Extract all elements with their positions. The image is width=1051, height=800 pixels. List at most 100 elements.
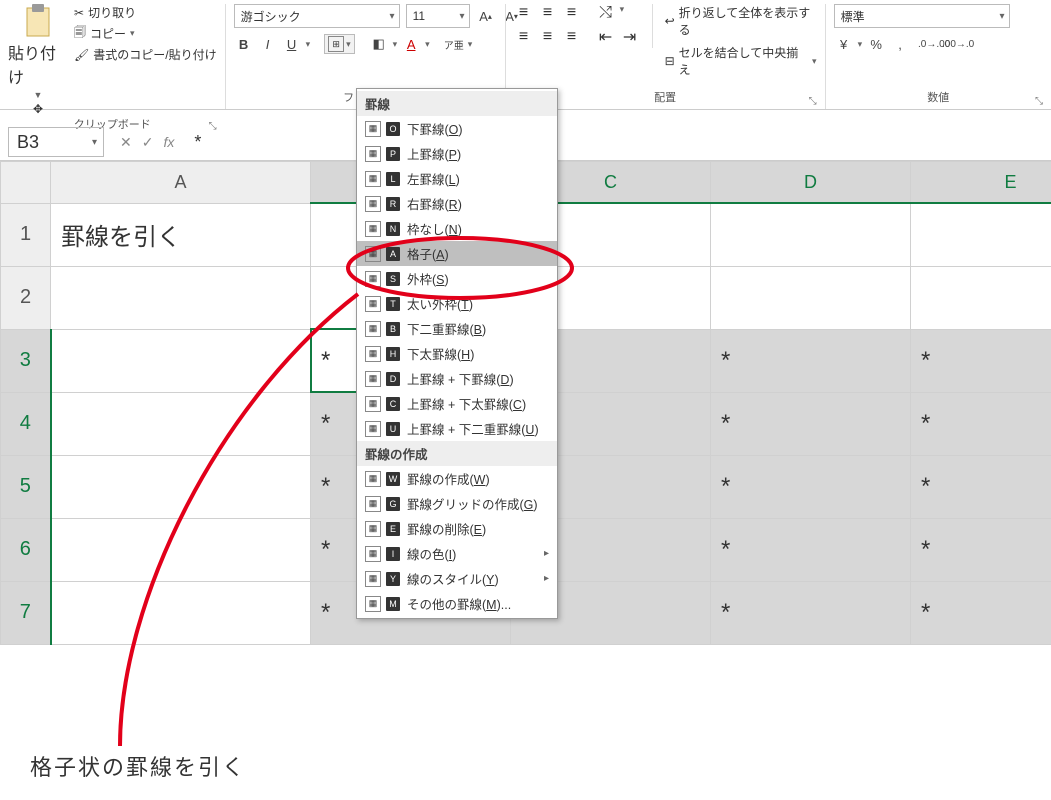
scissors-icon: ✂ xyxy=(74,6,84,20)
align-bottom-button[interactable]: ≡ xyxy=(562,4,582,22)
row-header-1[interactable]: 1 xyxy=(1,203,51,266)
border-menu-item-U[interactable]: ▦U上罫線 + 下二重罫線(U) xyxy=(357,416,557,441)
keytip: H xyxy=(386,347,400,361)
cell-A2[interactable] xyxy=(51,266,311,329)
border-menu-item-C[interactable]: ▦C上罫線 + 下太罫線(C) xyxy=(357,391,557,416)
name-box[interactable]: B3 xyxy=(8,127,104,157)
border-menu-item-T[interactable]: ▦T太い外枠(T) xyxy=(357,291,557,316)
row-header-7[interactable]: 7 xyxy=(1,581,51,644)
border-menu-item-H[interactable]: ▦H下太罫線(H) xyxy=(357,341,557,366)
dialog-launcher-icon[interactable]: ⤡ xyxy=(809,96,817,107)
copy-button[interactable]: 🗐コピー▾ xyxy=(74,23,217,44)
border-menu-item-A[interactable]: ▦A格子(A) xyxy=(357,241,557,266)
cell-A6[interactable] xyxy=(51,518,311,581)
border-item-icon: ▦ xyxy=(365,146,381,162)
cell-E7[interactable]: * xyxy=(911,581,1051,644)
border-menu-item-M[interactable]: ▦Mその他の罫線(M)... xyxy=(357,591,557,616)
border-menu-item-W[interactable]: ▦W罫線の作成(W) xyxy=(357,466,557,491)
phonetic-button[interactable]: ア亜 xyxy=(444,34,464,54)
orientation-button[interactable]: ⤭ xyxy=(596,4,616,22)
percent-button[interactable]: % xyxy=(866,34,886,54)
cell-A5[interactable] xyxy=(51,455,311,518)
font-size-select[interactable]: 11 xyxy=(406,4,470,28)
cell-D1[interactable] xyxy=(711,203,911,266)
dialog-launcher-icon[interactable]: ⤡ xyxy=(209,121,217,132)
col-header-E[interactable]: E xyxy=(911,162,1051,204)
bold-button[interactable]: B xyxy=(234,34,254,54)
cell-A1[interactable]: 罫線を引く xyxy=(51,203,311,266)
cell-A7[interactable] xyxy=(51,581,311,644)
paste-dropdown-icon[interactable]: ▼ xyxy=(34,90,43,100)
align-middle-button[interactable]: ≡ xyxy=(538,4,558,22)
cell-D3[interactable]: * xyxy=(711,329,911,392)
border-item-icon: ▦ xyxy=(365,271,381,287)
cancel-button[interactable]: ✕ xyxy=(120,134,132,151)
cell-E5[interactable]: * xyxy=(911,455,1051,518)
border-menu-item-B[interactable]: ▦B下二重罫線(B) xyxy=(357,316,557,341)
increase-indent-button[interactable]: ⇥ xyxy=(620,28,640,46)
cut-button[interactable]: ✂切り取り xyxy=(74,4,217,21)
cell-D5[interactable]: * xyxy=(711,455,911,518)
cell-E6[interactable]: * xyxy=(911,518,1051,581)
menu-item-label: 右罫線(R) xyxy=(407,194,462,213)
cell-E1[interactable] xyxy=(911,203,1051,266)
dialog-launcher-icon[interactable]: ⤡ xyxy=(1035,96,1043,107)
border-menu-item-S[interactable]: ▦S外枠(S) xyxy=(357,266,557,291)
cell-E4[interactable]: * xyxy=(911,392,1051,455)
border-menu-item-G[interactable]: ▦G罫線グリッドの作成(G) xyxy=(357,491,557,516)
borders-button[interactable]: ⊞▾ xyxy=(324,34,355,54)
align-left-button[interactable]: ≡ xyxy=(514,28,534,46)
decrease-decimal-button[interactable]: .00→.0 xyxy=(948,34,968,54)
accounting-format-button[interactable]: ¥ xyxy=(834,34,854,54)
menu-item-label: 罫線グリッドの作成(G) xyxy=(407,494,538,513)
border-menu-item-N[interactable]: ▦N枠なし(N) xyxy=(357,216,557,241)
select-all-corner[interactable] xyxy=(1,162,51,204)
row-header-6[interactable]: 6 xyxy=(1,518,51,581)
border-menu-item-L[interactable]: ▦L左罫線(L) xyxy=(357,166,557,191)
align-top-button[interactable]: ≡ xyxy=(514,4,534,22)
enter-button[interactable]: ✓ xyxy=(142,134,154,151)
fill-color-button[interactable]: ◧ xyxy=(369,34,389,54)
border-item-icon: ▦ xyxy=(365,371,381,387)
merge-center-button[interactable]: ⊟セルを結合して中央揃え▾ xyxy=(665,44,817,78)
align-center-button[interactable]: ≡ xyxy=(538,28,558,46)
border-menu-item-Y[interactable]: ▦Y線のスタイル(Y)▸ xyxy=(357,566,557,591)
border-menu-item-D[interactable]: ▦D上罫線 + 下罫線(D) xyxy=(357,366,557,391)
row-header-5[interactable]: 5 xyxy=(1,455,51,518)
comma-button[interactable]: , xyxy=(890,34,910,54)
paste-button[interactable]: 貼り付け ▼ ✥ xyxy=(8,4,68,116)
border-menu-item-R[interactable]: ▦R右罫線(R) xyxy=(357,191,557,216)
border-menu-item-I[interactable]: ▦I線の色(I)▸ xyxy=(357,541,557,566)
decrease-indent-button[interactable]: ⇤ xyxy=(596,28,616,46)
underline-button[interactable]: U xyxy=(282,34,302,54)
border-menu-item-P[interactable]: ▦P上罫線(P) xyxy=(357,141,557,166)
format-painter-button[interactable]: 🖌書式のコピー/貼り付け xyxy=(74,46,217,63)
border-menu-item-E[interactable]: ▦E罫線の削除(E) xyxy=(357,516,557,541)
keytip: I xyxy=(386,547,400,561)
italic-button[interactable]: I xyxy=(258,34,278,54)
align-right-button[interactable]: ≡ xyxy=(562,28,582,46)
row-header-4[interactable]: 4 xyxy=(1,392,51,455)
col-header-A[interactable]: A xyxy=(51,162,311,204)
font-name-select[interactable]: 游ゴシック xyxy=(234,4,400,28)
font-color-button[interactable]: A xyxy=(401,34,421,54)
increase-font-button[interactable]: A▴ xyxy=(476,6,496,26)
cell-D7[interactable]: * xyxy=(711,581,911,644)
cell-D6[interactable]: * xyxy=(711,518,911,581)
row-header-3[interactable]: 3 xyxy=(1,329,51,392)
border-menu-item-O[interactable]: ▦O下罫線(O) xyxy=(357,116,557,141)
formula-input[interactable]: * xyxy=(194,132,201,153)
number-format-select[interactable]: 標準 xyxy=(834,4,1010,28)
cell-A4[interactable] xyxy=(51,392,311,455)
row-header-2[interactable]: 2 xyxy=(1,266,51,329)
cell-D4[interactable]: * xyxy=(711,392,911,455)
cell-D2[interactable] xyxy=(711,266,911,329)
wrap-text-button[interactable]: ↩折り返して全体を表示する xyxy=(665,4,817,38)
fx-button[interactable]: fx xyxy=(163,134,174,150)
border-item-icon: ▦ xyxy=(365,596,381,612)
cell-E2[interactable] xyxy=(911,266,1051,329)
cell-E3[interactable]: * xyxy=(911,329,1051,392)
col-header-D[interactable]: D xyxy=(711,162,911,204)
font-name-value: 游ゴシック xyxy=(241,8,301,25)
cell-A3[interactable] xyxy=(51,329,311,392)
